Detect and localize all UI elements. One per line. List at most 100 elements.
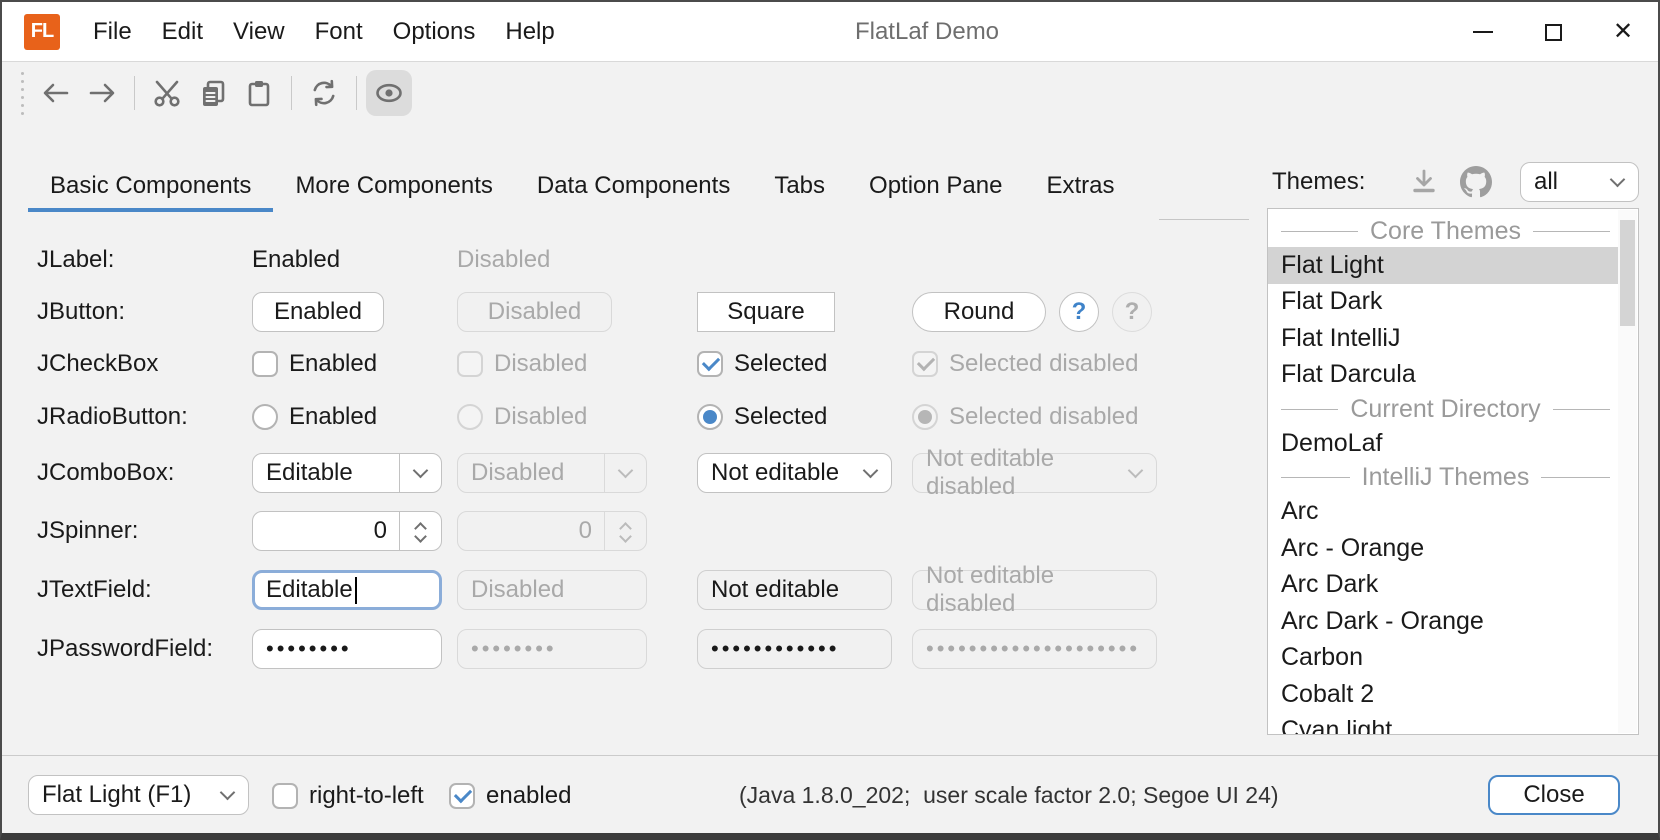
theme-item[interactable]: Flat Darcula: [1268, 357, 1618, 394]
checkbox-label: enabled: [486, 782, 571, 810]
checkbox-checked-icon[interactable]: [697, 351, 723, 377]
toolbar-separator: [134, 76, 135, 110]
tab-extras[interactable]: Extras: [1024, 162, 1136, 210]
theme-item-selected[interactable]: Flat Light: [1268, 247, 1618, 284]
passwordfield-not-editable[interactable]: ••••••••••••: [697, 629, 892, 669]
textfield-editable[interactable]: Editable: [252, 570, 442, 610]
toolbar-separator: [291, 76, 292, 110]
theme-item[interactable]: Arc - Orange: [1268, 530, 1618, 567]
checkbox-label: Selected disabled: [949, 350, 1138, 378]
checkbox-selected[interactable]: Selected: [697, 350, 912, 378]
show-toggle-button[interactable]: [366, 70, 412, 116]
theme-item[interactable]: Carbon: [1268, 640, 1618, 677]
refresh-icon: [309, 78, 339, 108]
copy-button[interactable]: [190, 70, 236, 116]
jlabel-row-label: JLabel:: [37, 246, 252, 274]
passwordfield-not-editable-disabled: ••••••••••••••••••••: [912, 629, 1157, 669]
scrollbar-thumb[interactable]: [1620, 220, 1635, 326]
menu-file[interactable]: File: [78, 2, 147, 61]
back-icon: [41, 78, 71, 108]
themes-scrollbar[interactable]: [1618, 210, 1637, 733]
chevron-down-icon: [1127, 462, 1143, 478]
theme-item[interactable]: DemoLaf: [1268, 425, 1618, 462]
window-title: FlatLaf Demo: [855, 18, 999, 46]
checkbox-enabled[interactable]: Enabled: [252, 350, 457, 378]
checkbox-checked-icon: [912, 351, 938, 377]
right-to-left-checkbox[interactable]: right-to-left: [272, 782, 424, 810]
back-button[interactable]: [33, 70, 79, 116]
maximize-button[interactable]: [1518, 2, 1588, 62]
enabled-button[interactable]: Enabled: [252, 292, 384, 332]
lookandfeel-combobox[interactable]: Flat Light (F1): [28, 775, 249, 815]
menu-help[interactable]: Help: [490, 2, 569, 61]
theme-item[interactable]: Flat IntelliJ: [1268, 320, 1618, 357]
menu-edit[interactable]: Edit: [147, 2, 218, 61]
themes-list[interactable]: Core Themes Flat Light Flat Dark Flat In…: [1267, 208, 1639, 735]
toolbar-grip[interactable]: [21, 72, 24, 115]
theme-item[interactable]: Arc: [1268, 494, 1618, 531]
menu-options[interactable]: Options: [378, 2, 491, 61]
radio-icon[interactable]: [252, 404, 278, 430]
combobox-disabled: Disabled: [457, 453, 647, 493]
combobox-value: Not editable: [711, 459, 849, 487]
enabled-checkbox[interactable]: enabled: [449, 782, 571, 810]
close-window-button[interactable]: ✕: [1588, 2, 1658, 62]
theme-item[interactable]: Arc Dark - Orange: [1268, 603, 1618, 640]
radio-enabled[interactable]: Enabled: [252, 403, 457, 431]
round-button[interactable]: Round: [912, 292, 1046, 332]
spinner-buttons: [604, 512, 646, 550]
minimize-button[interactable]: [1448, 2, 1518, 62]
theme-item[interactable]: Cobalt 2: [1268, 676, 1618, 713]
jspinner-row-label: JSpinner:: [37, 517, 252, 545]
checkbox-selected-disabled: Selected disabled: [912, 350, 1157, 378]
theme-item[interactable]: Arc Dark: [1268, 567, 1618, 604]
checkbox-icon: [457, 351, 483, 377]
combobox-editable[interactable]: Editable: [252, 453, 442, 493]
tab-data-components[interactable]: Data Components: [515, 162, 752, 210]
runtime-info: (Java 1.8.0_202; user scale factor 2.0; …: [739, 775, 1279, 815]
passwordfield-editable[interactable]: ••••••••: [252, 629, 442, 669]
tab-option-pane[interactable]: Option Pane: [847, 162, 1024, 210]
textfield-not-editable[interactable]: Not editable: [697, 570, 892, 610]
tab-basic-components[interactable]: Basic Components: [28, 162, 273, 210]
cut-button[interactable]: [144, 70, 190, 116]
close-button[interactable]: Close: [1488, 775, 1620, 815]
menu-font[interactable]: Font: [300, 2, 378, 61]
radio-label: Enabled: [289, 403, 377, 431]
split-separator: [1159, 219, 1249, 220]
download-theme-button[interactable]: [1406, 164, 1442, 200]
spinner-value[interactable]: 0: [253, 517, 399, 545]
combobox-arrow-button[interactable]: [849, 454, 891, 492]
theme-item[interactable]: Cyan light: [1268, 713, 1618, 736]
radio-selected[interactable]: Selected: [697, 403, 912, 431]
help-button-disabled: ?: [1112, 292, 1152, 332]
theme-filter-combobox[interactable]: all: [1520, 162, 1639, 202]
maximize-icon: [1545, 24, 1562, 41]
spinner-buttons[interactable]: [399, 512, 441, 550]
checkbox-label: right-to-left: [309, 782, 424, 810]
checkbox-icon[interactable]: [252, 351, 278, 377]
textfield-value: Editable: [266, 576, 353, 604]
combobox-not-editable[interactable]: Not editable: [697, 453, 892, 493]
github-button[interactable]: [1458, 164, 1494, 200]
paste-button[interactable]: [236, 70, 282, 116]
radio-disabled: Disabled: [457, 403, 697, 431]
spinner[interactable]: 0: [252, 511, 442, 551]
tab-tabs[interactable]: Tabs: [752, 162, 847, 210]
checkbox-icon[interactable]: [272, 783, 298, 809]
checkbox-checked-icon[interactable]: [449, 783, 475, 809]
combobox-arrow-button[interactable]: [399, 454, 441, 492]
combobox-arrow-button[interactable]: [206, 776, 248, 814]
combobox-value: Disabled: [471, 459, 604, 487]
menu-view[interactable]: View: [218, 2, 300, 61]
combobox-arrow-button: [1114, 454, 1156, 492]
spinner-disabled: 0: [457, 511, 647, 551]
refresh-button[interactable]: [301, 70, 347, 116]
combobox-arrow-button[interactable]: [1596, 163, 1638, 201]
tab-more-components[interactable]: More Components: [273, 162, 514, 210]
radio-checked-icon[interactable]: [697, 404, 723, 430]
square-button[interactable]: Square: [697, 292, 835, 332]
forward-button[interactable]: [79, 70, 125, 116]
theme-item[interactable]: Flat Dark: [1268, 284, 1618, 321]
help-button[interactable]: ?: [1059, 292, 1099, 332]
